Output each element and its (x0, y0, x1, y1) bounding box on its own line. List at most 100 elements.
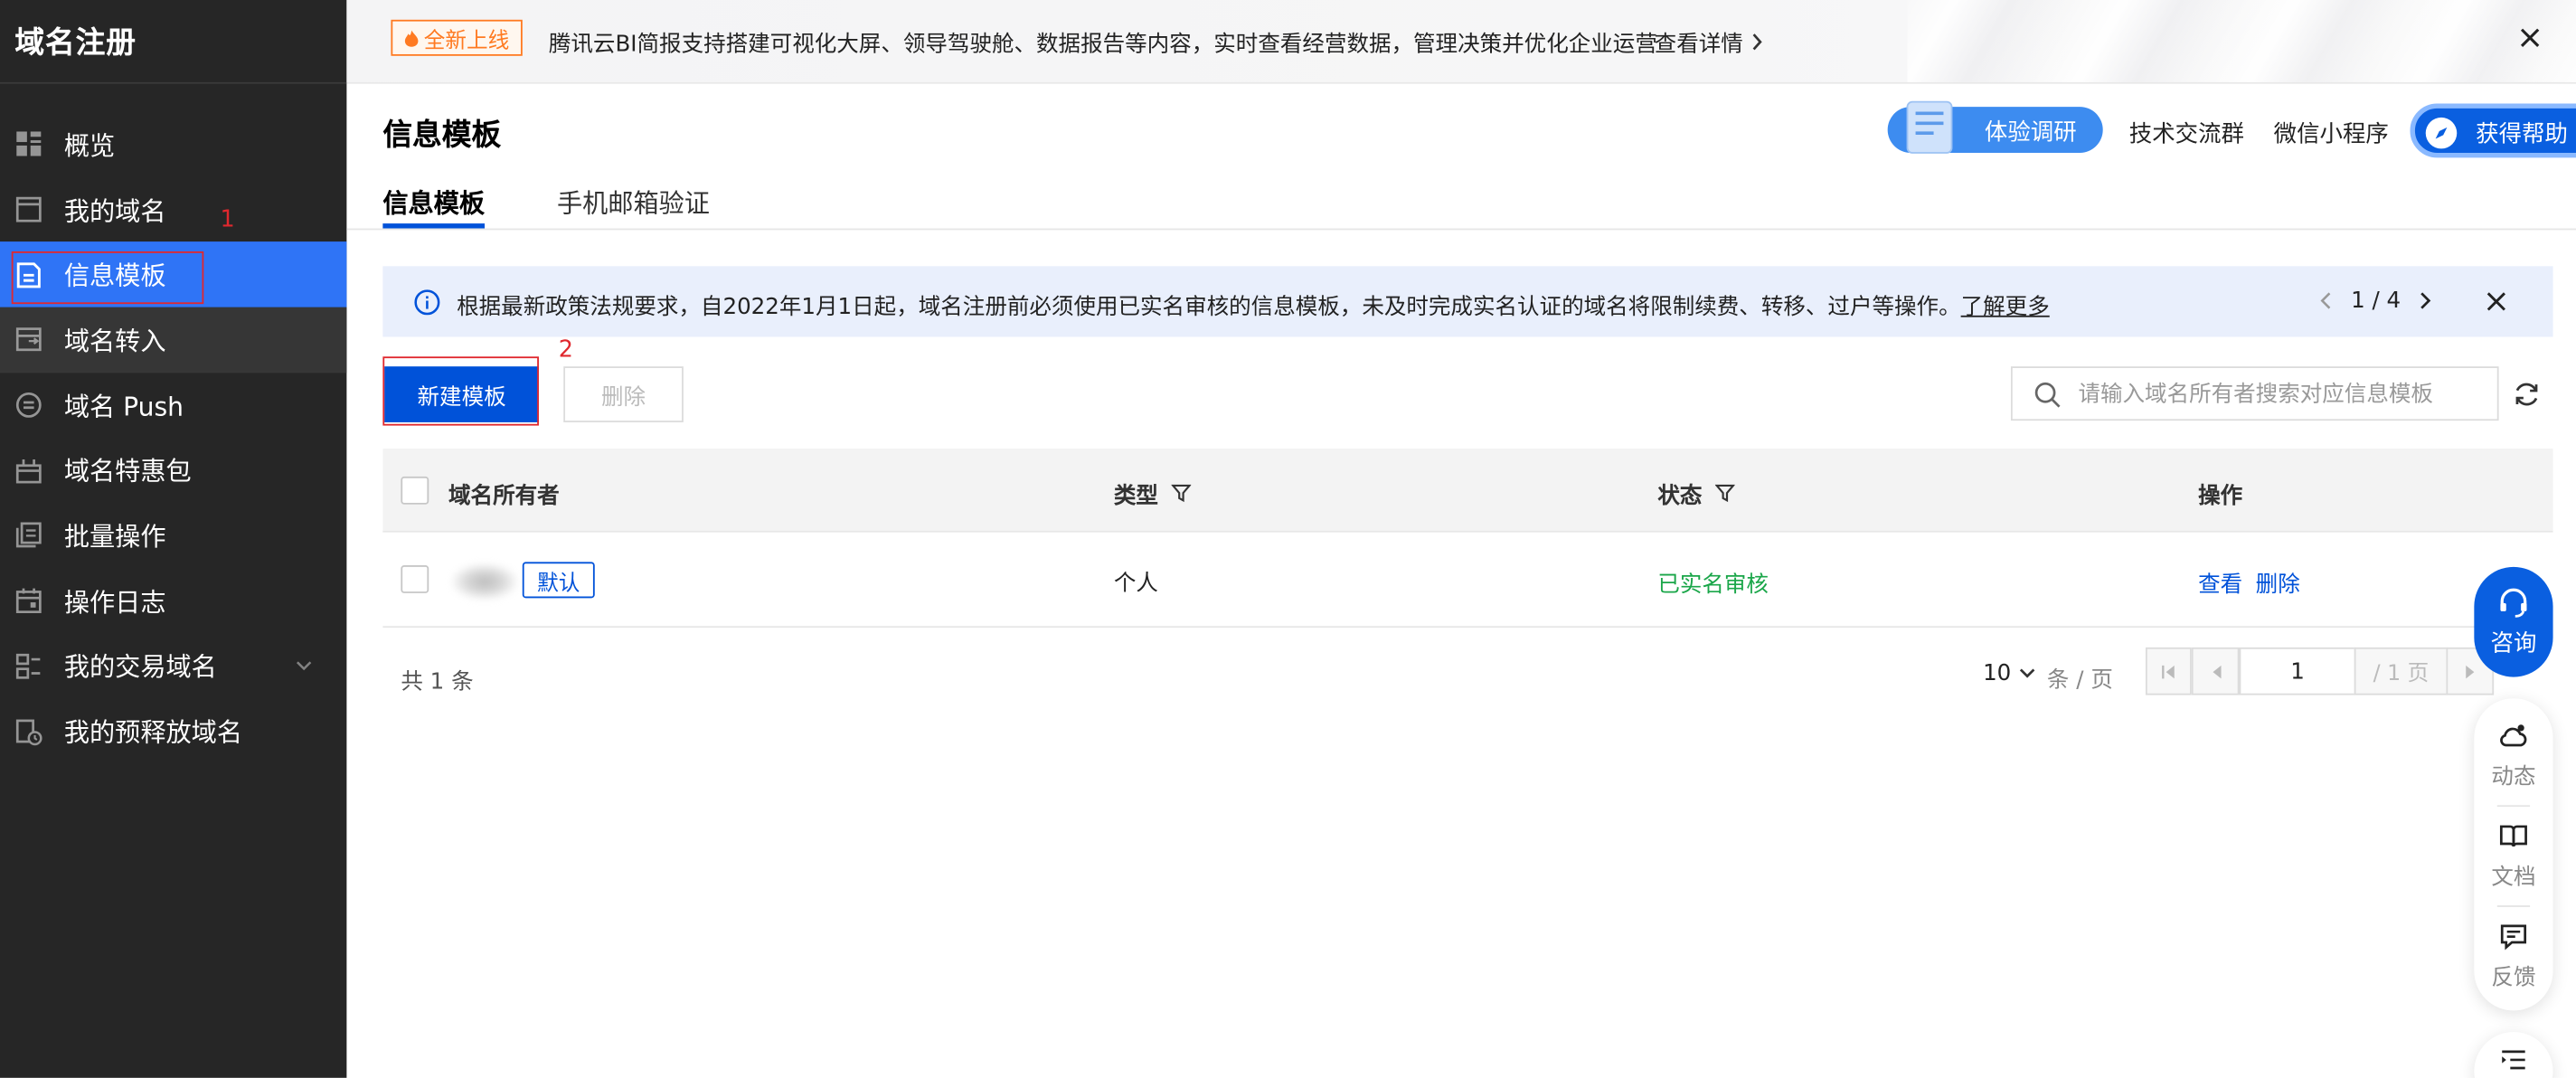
alert-pager: 1 / 4 (2318, 288, 2434, 314)
notice-bar: 全新上线 腾讯云BI简报支持搭建可视化大屏、领导驾驶舱、数据报告等内容，实时查看… (346, 0, 2576, 84)
annotation-box-2 (382, 356, 539, 426)
trade-icon (15, 653, 41, 679)
delete-button[interactable]: 删除 (563, 366, 684, 422)
filter-icon[interactable] (1714, 483, 1735, 503)
chevron-right-icon[interactable] (2417, 291, 2433, 311)
redacted-owner-name (451, 563, 518, 600)
sidebar-title: 域名注册 (14, 26, 137, 61)
cell-type: 个人 (1113, 570, 1158, 597)
transfer-icon (15, 328, 42, 352)
info-icon (414, 289, 440, 316)
feedback-icon (2500, 924, 2527, 950)
sidebar-divider (0, 81, 347, 84)
copy-icon (15, 523, 42, 549)
tab-info-template[interactable]: 信息模板 (382, 184, 485, 220)
annotation-number-2: 2 (558, 336, 573, 364)
tabs-divider (346, 228, 2576, 231)
headset-icon (2500, 588, 2527, 618)
notice-text: 腾讯云BI简报支持搭建可视化大屏、领导驾驶舱、数据报告等内容，实时查看经营数据，… (548, 31, 1657, 58)
notice-decoration (1907, 0, 2576, 82)
view-link[interactable]: 查看 (2198, 565, 2242, 598)
tab-phone-email-verify[interactable]: 手机邮箱验证 (557, 184, 710, 220)
sidebar: 域名注册 概览 我的域名 信息模板 域名转入 域名 Push 域名特惠包 批量操… (0, 0, 347, 1078)
prev-page-button[interactable] (2191, 647, 2240, 695)
learn-more-link[interactable]: 了解更多 (1961, 294, 2050, 320)
sidebar-item-label: 域名转入 (63, 326, 166, 357)
sidebar-item-my-domains[interactable]: 我的域名 (0, 177, 346, 242)
sidebar-item-prerelease-domains[interactable]: 我的预释放域名 (0, 699, 346, 764)
cell-status: 已实名审核 (1657, 572, 1769, 599)
sidebar-item-label: 概览 (63, 131, 116, 161)
chevron-left-icon[interactable] (2318, 291, 2335, 311)
sidebar-item-domain-push[interactable]: 域名 Push (0, 373, 346, 438)
filter-icon[interactable] (1171, 483, 1192, 503)
new-badge: 全新上线 (391, 19, 523, 56)
survey-doc-icon (1906, 100, 1953, 154)
consult-button[interactable]: 咨询 (2474, 566, 2553, 677)
total-count: 共 1 条 (401, 668, 474, 695)
search-icon (2034, 382, 2061, 408)
push-icon (15, 392, 42, 418)
chevron-right-icon (1752, 33, 1762, 50)
cloud-bell-icon (2500, 724, 2527, 747)
search-box (2010, 366, 2499, 421)
sidebar-item-domain-transfer[interactable]: 域名转入 (0, 307, 347, 373)
compass-icon (2425, 117, 2458, 149)
page-size-unit: 条 / 页 (2046, 667, 2113, 694)
floating-toolbar: 动态 文档 反馈 (2474, 698, 2553, 1011)
column-actions: 操作 (2198, 483, 2243, 510)
alert-page-indicator: 1 / 4 (2351, 287, 2401, 315)
page-number-input[interactable]: 1 (2239, 647, 2356, 695)
sidebar-item-label: 我的域名 (63, 196, 166, 226)
sidebar-item-batch-ops[interactable]: 批量操作 (0, 503, 346, 568)
tech-group-link[interactable]: 技术交流群 (2129, 117, 2244, 149)
column-owner: 域名所有者 (448, 483, 560, 510)
browser-icon (15, 196, 42, 222)
table-header: 域名所有者 类型 状态 操作 (382, 449, 2553, 533)
template-table: 域名所有者 类型 状态 操作 默认 个人 已实名审核 查看 删除 共 1 条 1… (382, 449, 2553, 732)
table-row: 默认 个人 已实名审核 查看 删除 (382, 532, 2553, 629)
sidebar-nav: 概览 我的域名 信息模板 域名转入 域名 Push 域名特惠包 批量操作 操作日… (0, 112, 347, 764)
sidebar-item-label: 批量操作 (63, 522, 166, 553)
get-help-button[interactable]: 获得帮助 (2410, 103, 2576, 158)
list-indent-icon (2502, 1050, 2525, 1070)
first-page-button[interactable] (2145, 647, 2192, 695)
close-icon[interactable] (2518, 26, 2541, 49)
sidebar-item-operation-log[interactable]: 操作日志 (0, 568, 346, 633)
sidebar-item-overview[interactable]: 概览 (0, 112, 346, 177)
refresh-icon[interactable] (2512, 380, 2542, 410)
next-icon (2465, 664, 2474, 678)
sidebar-item-label: 我的预释放域名 (63, 718, 243, 748)
select-all-checkbox[interactable] (401, 476, 429, 505)
column-status: 状态 (1657, 477, 1735, 509)
annotation-box-1 (11, 251, 204, 305)
notice-details-link[interactable]: 查看详情 (1655, 24, 1763, 58)
menu-fab[interactable] (2474, 1032, 2553, 1078)
close-icon[interactable] (2486, 291, 2507, 313)
survey-button[interactable]: 体验调研 (1887, 100, 2103, 154)
flame-icon (404, 29, 419, 46)
annotation-number-1: 1 (220, 206, 235, 234)
search-input[interactable] (2078, 377, 2489, 411)
row-checkbox[interactable] (401, 565, 429, 593)
sidebar-item-trade-domains[interactable]: 我的交易域名 (0, 633, 346, 698)
delete-link[interactable]: 删除 (2256, 565, 2300, 598)
chevron-down-icon[interactable] (294, 655, 314, 675)
total-pages: / 1 页 (2354, 647, 2449, 695)
prev-icon (2212, 664, 2221, 678)
float-divider (2496, 805, 2531, 808)
mini-program-link[interactable]: 微信小程序 (2274, 117, 2389, 149)
calendar-icon (15, 588, 42, 614)
page-title: 信息模板 (382, 118, 502, 153)
default-tag: 默认 (522, 562, 595, 599)
sidebar-item-domain-package[interactable]: 域名特惠包 (0, 438, 346, 503)
sidebar-item-label: 域名 Push (63, 392, 184, 422)
book-icon (2499, 825, 2527, 847)
sidebar-item-label: 操作日志 (63, 587, 166, 618)
policy-alert: 根据最新政策法规要求，自2022年1月1日起，域名注册前必须使用已实名审核的信息… (382, 266, 2553, 337)
column-type: 类型 (1114, 477, 1192, 509)
alert-text-wrap: 根据最新政策法规要求，自2022年1月1日起，域名注册前必须使用已实名审核的信息… (457, 288, 2050, 320)
page-size-select[interactable]: 10 (1983, 660, 2035, 686)
sidebar-item-label: 我的交易域名 (63, 652, 217, 683)
sidebar-item-label: 域名特惠包 (63, 457, 192, 487)
